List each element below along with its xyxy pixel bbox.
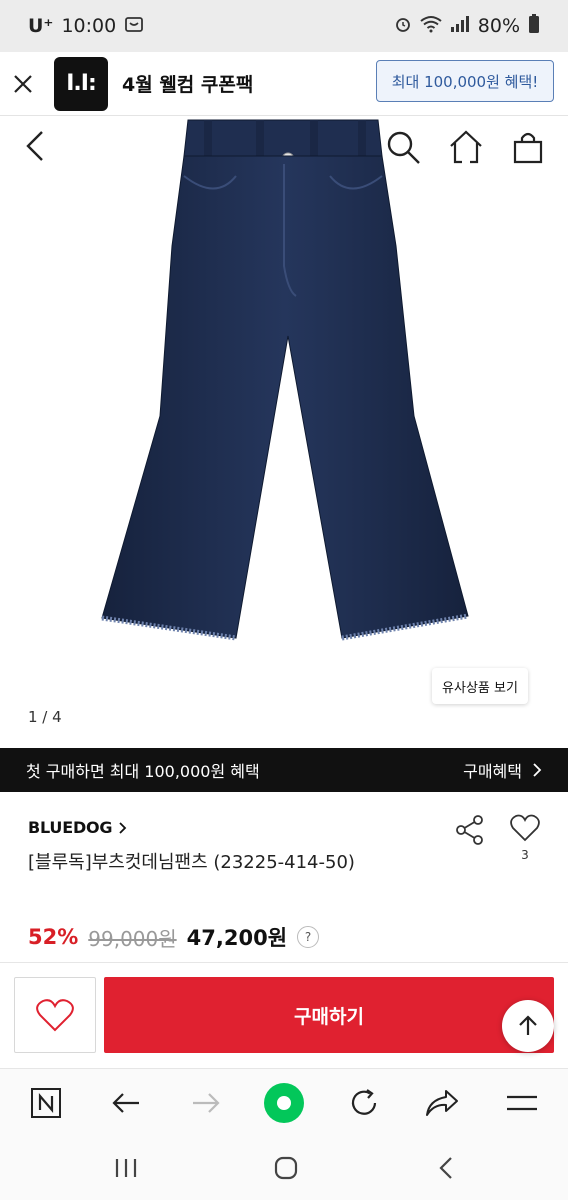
status-right: 80% — [394, 13, 540, 39]
wishlist-toggle[interactable]: 3 — [506, 814, 544, 866]
shopping-bag-icon[interactable] — [508, 128, 548, 168]
search-icon[interactable] — [384, 128, 424, 168]
original-price: 99,000원 — [88, 926, 177, 951]
system-nav — [0, 1134, 568, 1200]
app-logo: I.I: — [54, 56, 108, 111]
sale-price: 47,200원 — [186, 926, 288, 950]
product-image — [101, 119, 469, 641]
share-icon[interactable] — [454, 814, 486, 846]
green-dot-icon[interactable] — [262, 1081, 306, 1125]
brand-link[interactable]: BLUEDOG — [28, 818, 128, 837]
naver-icon[interactable] — [24, 1081, 68, 1125]
menu-icon[interactable] — [500, 1081, 544, 1125]
alarm-icon — [394, 15, 412, 38]
signal-icon — [450, 15, 470, 38]
wishlist-count: 3 — [521, 848, 529, 862]
close-icon[interactable] — [0, 61, 46, 107]
heart-icon — [36, 999, 74, 1032]
clock: 10:00 — [61, 15, 117, 37]
browser-toolbar — [0, 1068, 568, 1134]
status-left: U⁺ 10:00 — [28, 14, 144, 39]
banner-benefit-button[interactable]: 최대 100,000원 혜택! — [376, 60, 554, 102]
chevron-right-icon — [533, 763, 542, 777]
chevron-right-icon — [119, 821, 127, 834]
discount-rate: 52% — [28, 925, 79, 949]
purchase-benefit-link[interactable]: 구매혜택 — [463, 758, 542, 782]
home-icon[interactable] — [446, 128, 486, 168]
product-gallery[interactable]: 유사상품 보기 1 / 4 — [0, 116, 568, 748]
promo-text: 첫 구매하면 최대 100,000원 혜택 — [26, 762, 260, 781]
battery-percent: 80% — [477, 15, 520, 37]
banner-title: 4월 웰컴 쿠폰팩 — [122, 74, 254, 96]
back-icon[interactable] — [20, 126, 52, 166]
share-arrow-icon[interactable] — [420, 1081, 464, 1125]
carrier-label: U⁺ — [28, 15, 54, 37]
battery-icon — [528, 13, 540, 39]
product-name: [블루독]부츠컷데님팬츠 (23225-414-50) — [28, 852, 355, 873]
buy-button[interactable]: 구매하기 — [104, 977, 554, 1053]
brand-name: BLUEDOG — [28, 818, 113, 837]
arrow-right-icon[interactable] — [184, 1081, 228, 1125]
wifi-icon — [420, 15, 442, 38]
refresh-icon[interactable] — [342, 1081, 386, 1125]
system-back-icon[interactable] — [426, 1152, 466, 1184]
status-bar: U⁺ 10:00 80% — [0, 0, 568, 52]
purchase-benefit-label: 구매혜택 — [463, 762, 522, 781]
price-row: 52% 99,000원 47,200원 ? — [28, 922, 320, 952]
home-circle-icon[interactable] — [266, 1152, 306, 1184]
app-banner: I.I: 4월 웰컴 쿠폰팩 최대 100,000원 혜택! — [0, 52, 568, 116]
promo-strip[interactable]: 첫 구매하면 최대 100,000원 혜택 구매혜택 — [0, 748, 568, 792]
arrow-left-icon[interactable] — [104, 1081, 148, 1125]
price-help-icon[interactable]: ? — [297, 926, 320, 948]
recent-apps-icon[interactable] — [106, 1152, 146, 1184]
page-indicator: 1 / 4 — [28, 708, 62, 726]
notification-icon — [124, 14, 144, 39]
wishlist-button[interactable] — [14, 977, 96, 1053]
purchase-bar: 구매하기 — [0, 962, 568, 1068]
heart-icon — [510, 814, 540, 842]
scroll-to-top-button[interactable] — [502, 1000, 554, 1052]
arrow-up-icon — [519, 1015, 537, 1035]
similar-products-button[interactable]: 유사상품 보기 — [432, 668, 528, 704]
